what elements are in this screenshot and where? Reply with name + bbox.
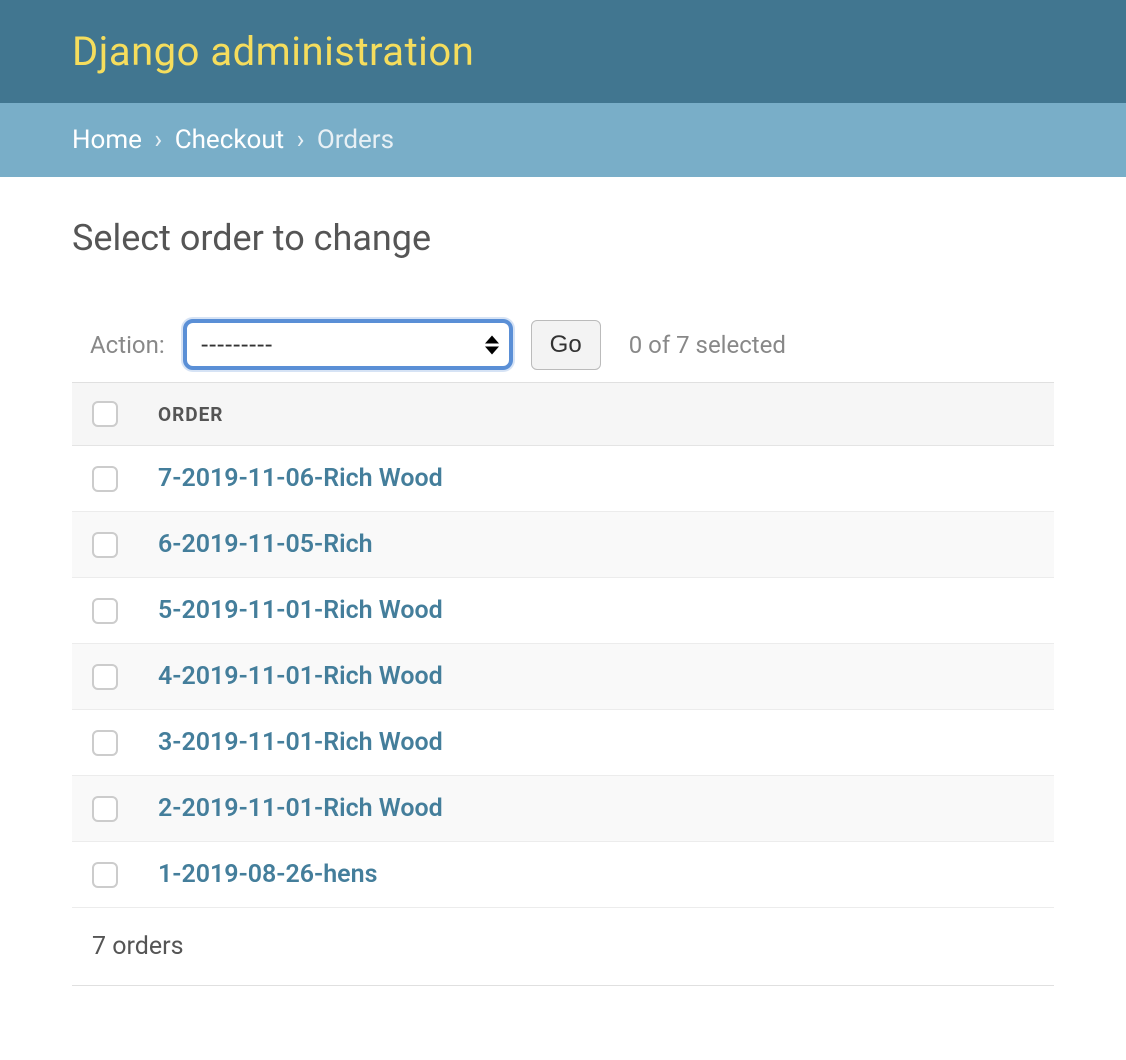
breadcrumb-home[interactable]: Home [72, 125, 142, 155]
actions-bar: Action: --------- Go 0 of 7 selected [72, 307, 1054, 383]
row-order-cell: 6-2019-11-05-Rich [138, 512, 1054, 578]
row-order-cell: 4-2019-11-01-Rich Wood [138, 644, 1054, 710]
paginator-summary: 7 orders [72, 908, 1054, 986]
action-label: Action: [90, 331, 165, 359]
table-row: 4-2019-11-01-Rich Wood [72, 644, 1054, 710]
order-link[interactable]: 6-2019-11-05-Rich [158, 530, 373, 559]
row-checkbox-cell [72, 842, 138, 908]
go-button[interactable]: Go [531, 320, 601, 370]
order-link[interactable]: 5-2019-11-01-Rich Wood [158, 596, 443, 625]
breadcrumb: Home › Checkout › Orders [0, 103, 1126, 177]
row-order-cell: 7-2019-11-06-Rich Wood [138, 446, 1054, 512]
orders-table: ORDER 7-2019-11-06-Rich Wood 6-2019-11-05… [72, 383, 1054, 908]
row-checkbox[interactable] [92, 598, 118, 624]
order-link[interactable]: 2-2019-11-01-Rich Wood [158, 794, 443, 823]
order-link[interactable]: 1-2019-08-26-hens [158, 860, 377, 889]
row-checkbox[interactable] [92, 730, 118, 756]
row-order-cell: 3-2019-11-01-Rich Wood [138, 710, 1054, 776]
breadcrumb-app[interactable]: Checkout [175, 125, 284, 155]
row-checkbox[interactable] [92, 466, 118, 492]
row-checkbox[interactable] [92, 664, 118, 690]
content-area: Select order to change Action: ---------… [0, 177, 1126, 1006]
table-row: 1-2019-08-26-hens [72, 842, 1054, 908]
selection-counter: 0 of 7 selected [629, 331, 786, 359]
row-order-cell: 2-2019-11-01-Rich Wood [138, 776, 1054, 842]
table-header-row: ORDER [72, 383, 1054, 446]
page-title: Select order to change [72, 217, 1054, 259]
select-all-checkbox[interactable] [92, 401, 118, 427]
row-checkbox[interactable] [92, 532, 118, 558]
row-checkbox-cell [72, 776, 138, 842]
header-bar: Django administration [0, 0, 1126, 103]
table-row: 5-2019-11-01-Rich Wood [72, 578, 1054, 644]
table-row: 3-2019-11-01-Rich Wood [72, 710, 1054, 776]
breadcrumb-separator: › [297, 125, 305, 155]
table-row: 2-2019-11-01-Rich Wood [72, 776, 1054, 842]
table-row: 6-2019-11-05-Rich [72, 512, 1054, 578]
table-row: 7-2019-11-06-Rich Wood [72, 446, 1054, 512]
order-link[interactable]: 4-2019-11-01-Rich Wood [158, 662, 443, 691]
column-header-order[interactable]: ORDER [138, 383, 1054, 446]
row-checkbox-cell [72, 512, 138, 578]
site-title[interactable]: Django administration [72, 28, 1054, 75]
row-checkbox-cell [72, 710, 138, 776]
order-link[interactable]: 3-2019-11-01-Rich Wood [158, 728, 443, 757]
row-order-cell: 1-2019-08-26-hens [138, 842, 1054, 908]
row-checkbox-cell [72, 644, 138, 710]
row-checkbox-cell [72, 578, 138, 644]
action-select-wrapper: --------- [183, 319, 513, 370]
breadcrumb-separator: › [154, 125, 162, 155]
row-order-cell: 5-2019-11-01-Rich Wood [138, 578, 1054, 644]
order-link[interactable]: 7-2019-11-06-Rich Wood [158, 464, 443, 493]
row-checkbox[interactable] [92, 796, 118, 822]
row-checkbox[interactable] [92, 862, 118, 888]
breadcrumb-current: Orders [317, 125, 394, 155]
action-select[interactable]: --------- [183, 319, 513, 370]
select-all-header [72, 383, 138, 446]
row-checkbox-cell [72, 446, 138, 512]
